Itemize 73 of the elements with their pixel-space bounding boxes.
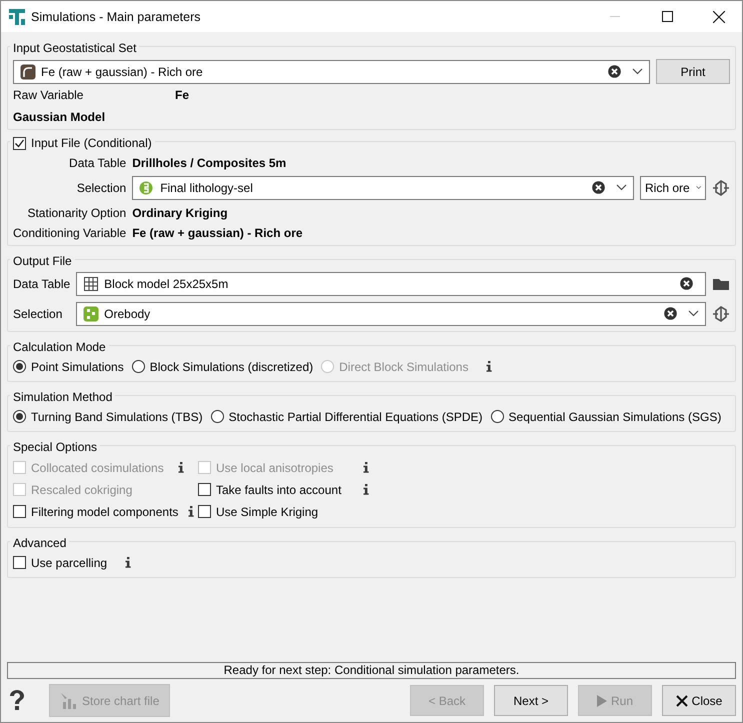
geostat-set-icon	[20, 64, 36, 80]
link-icon[interactable]	[712, 178, 730, 196]
chart-icon	[60, 692, 78, 710]
radio-button[interactable]	[13, 360, 26, 373]
group-title: Calculation Mode	[10, 340, 109, 354]
next-button[interactable]: Next >	[494, 685, 568, 716]
field-label: Conditioning Variable	[13, 226, 126, 240]
radio-label[interactable]: Sequential Gaussian Simulations (SGS)	[508, 410, 722, 424]
play-icon	[596, 694, 607, 706]
info-icon[interactable]	[363, 484, 369, 495]
group-title: Output File	[10, 254, 75, 268]
field-value: Drillholes / Composites 5m	[132, 156, 288, 170]
clear-icon[interactable]	[664, 307, 677, 320]
field-label: Data Table	[13, 276, 70, 290]
checkbox[interactable]	[198, 483, 211, 496]
radio-label[interactable]: Stochastic Partial Differential Equations (SPDE)	[228, 410, 483, 424]
group-title: Special Options	[10, 440, 100, 454]
filter-dropdown[interactable]: Rich ore	[640, 176, 706, 200]
radio-label[interactable]: Turning Band Simulations (TBS)	[31, 410, 203, 424]
field-label: Selection	[13, 306, 64, 320]
grid-icon	[83, 276, 100, 292]
info-icon[interactable]	[486, 361, 492, 372]
link-icon[interactable]	[712, 304, 730, 322]
caret-icon[interactable]	[688, 310, 699, 317]
close-icon	[676, 694, 688, 706]
checkbox[interactable]	[13, 136, 26, 150]
checkbox-label[interactable]: Use Simple Kriging	[216, 504, 318, 518]
field-label: Selection	[76, 180, 126, 194]
info-icon[interactable]	[188, 506, 194, 517]
field-label: Data Table	[68, 156, 126, 170]
group-title: Advanced	[10, 536, 70, 550]
group-title: Input Geostatistical Set	[10, 41, 140, 55]
clear-icon[interactable]	[608, 65, 621, 78]
field-label: Stationarity Option	[26, 206, 126, 220]
section-label: Gaussian Model	[13, 110, 106, 124]
selection-icon	[83, 306, 100, 322]
checkbox-label[interactable]: Filtering model components	[31, 504, 178, 518]
print-button[interactable]: Print	[656, 59, 730, 84]
radio-button[interactable]	[132, 360, 145, 373]
selection-dropdown[interactable]: Orebody	[76, 302, 706, 326]
close-button[interactable]: Close	[662, 685, 736, 716]
field-label: Raw Variable	[13, 88, 84, 102]
radio-button[interactable]	[490, 410, 504, 423]
geostat-set-dropdown[interactable]: Fe (raw + gaussian) - Rich ore	[13, 60, 650, 84]
checkbox-label[interactable]: Use parcelling	[31, 556, 108, 570]
radio-label[interactable]: Block Simulations (discretized)	[150, 360, 314, 374]
close-icon[interactable]	[713, 10, 725, 22]
info-icon[interactable]	[125, 557, 132, 568]
clear-icon[interactable]	[592, 181, 605, 194]
radio-button[interactable]	[13, 410, 26, 423]
clear-icon[interactable]	[680, 277, 693, 290]
checkbox-label[interactable]: Take faults into account	[216, 482, 342, 496]
field-value: Fe (raw + gaussian) - Rich ore	[132, 226, 304, 240]
checkbox[interactable]	[198, 505, 211, 518]
status-bar: Ready for next step: Conditional simulation parameters.	[7, 662, 736, 679]
maximize-icon[interactable]	[662, 11, 672, 22]
checkbox[interactable]	[13, 556, 26, 569]
help-icon[interactable]	[9, 690, 25, 712]
field-value: Ordinary Kriging	[132, 206, 229, 220]
caret-icon[interactable]	[696, 184, 701, 191]
radio-label[interactable]: Point Simulations	[31, 360, 124, 374]
caret-icon[interactable]	[616, 184, 627, 191]
radio-button[interactable]	[210, 410, 224, 423]
caret-icon[interactable]	[632, 68, 643, 75]
app-logo-icon	[9, 8, 25, 24]
group-title: Simulation Method	[10, 390, 116, 404]
selection-icon	[139, 180, 156, 196]
window-title: Simulations - Main parameters	[31, 10, 202, 24]
selection-dropdown[interactable]: Final lithology-sel	[132, 176, 634, 200]
folder-icon[interactable]	[712, 276, 730, 290]
field-value: Fe	[175, 88, 190, 102]
checkbox[interactable]	[13, 505, 26, 518]
data-table-field[interactable]: Block model 25x25x5m	[76, 272, 706, 296]
